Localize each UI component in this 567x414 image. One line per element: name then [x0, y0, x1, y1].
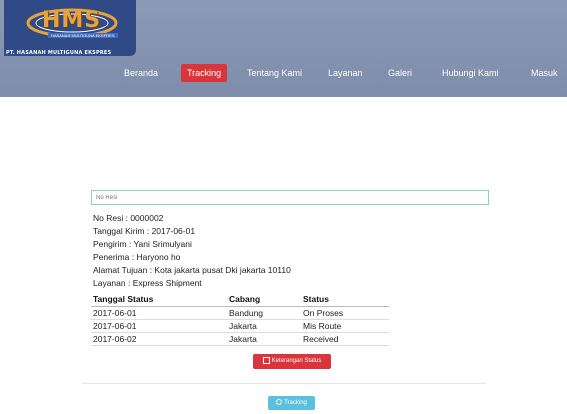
table-header-cabang: Cabang [229, 294, 261, 304]
nav-item-masuk[interactable]: Masuk [525, 64, 564, 82]
nav-item-layanan[interactable]: Layanan [322, 64, 369, 82]
table-divider [91, 332, 389, 333]
table-cell: Jakarta [229, 321, 257, 331]
keterangan-status-label: Keterangan Status [271, 358, 322, 364]
table-divider [91, 306, 389, 307]
nav-item-galeri[interactable]: Galeri [382, 64, 418, 82]
info-pengirim: Pengirim : Yani Srimulyani [93, 239, 192, 249]
nav-item-tracking[interactable]: Tracking [181, 64, 228, 82]
table-divider [91, 345, 389, 346]
info-layanan: Layanan : Express Shipment [93, 278, 202, 288]
tracking-button-label: Tracking [284, 400, 307, 406]
nav-item-tentang-kami[interactable]: Tentang Kami [241, 64, 308, 82]
table-header-status: Status [303, 294, 329, 304]
table-cell: 2017-06-01 [93, 321, 137, 331]
book-icon [262, 356, 270, 364]
hms-logo[interactable]: HMS HASANAH MULTIGUNA EKSPRES [4, 0, 136, 56]
main-nav: Beranda Tracking Tentang Kami Layanan Ga… [0, 64, 567, 82]
keterangan-status-button[interactable]: Keterangan Status [253, 354, 331, 369]
table-cell: Mis Route [303, 321, 342, 331]
info-alamat-tujuan: Alamat Tujuan : Kota jakarta pusat Dki j… [93, 265, 291, 275]
search-icon [276, 399, 283, 406]
table-cell: Jakarta [229, 334, 257, 344]
table-divider [91, 319, 389, 320]
info-tanggal-kirim: Tanggal Kirim : 2017-06-01 [93, 226, 196, 236]
logo-text: HMS [42, 8, 102, 33]
nav-item-hubungi-kami[interactable]: Hubungi Kami [436, 64, 505, 82]
section-divider [82, 383, 486, 384]
info-penerima: Penerima : Haryono ho [93, 252, 181, 262]
resi-search-input[interactable] [91, 190, 489, 205]
table-cell: On Proses [303, 308, 344, 318]
site-header: HMS HASANAH MULTIGUNA EKSPRES PT. HASANA… [0, 0, 567, 97]
nav-item-beranda[interactable]: Beranda [118, 64, 164, 82]
table-header-tanggal: Tanggal Status [93, 294, 154, 304]
table-cell: 2017-06-02 [93, 334, 137, 344]
info-no-resi: No Resi : 0000002 [93, 213, 164, 223]
company-name: PT. HASANAH MULTIGUNA EKSPRES [6, 50, 112, 56]
table-cell: 2017-06-01 [93, 308, 137, 318]
table-cell: Bandung [229, 308, 264, 318]
logo-tagline: HASANAH MULTIGUNA EKSPRES [48, 33, 118, 38]
table-cell: Received [303, 334, 339, 344]
tracking-button[interactable]: Tracking [268, 396, 315, 410]
